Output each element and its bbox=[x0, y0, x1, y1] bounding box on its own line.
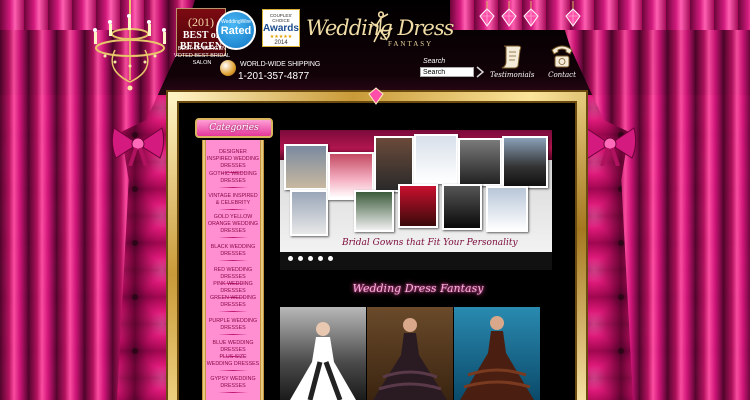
caption-line: SALON bbox=[192, 60, 212, 66]
category-item[interactable]: GOLD YELLOW ORANGE WEDDING DRESSES bbox=[206, 214, 260, 238]
collage-photo bbox=[502, 136, 548, 188]
category-item[interactable]: GYPSY WEDDING DRESSES bbox=[206, 376, 260, 393]
gem-ornament-icon bbox=[523, 1, 539, 27]
slideshow[interactable]: Bridal Gowns that Fit Your Personality bbox=[280, 130, 552, 270]
categories-header: Categories bbox=[195, 118, 273, 138]
search-label: Search bbox=[423, 58, 446, 65]
rated-text: Rated bbox=[220, 25, 252, 37]
category-item[interactable]: RED WEDDING DRESSES bbox=[206, 267, 260, 284]
category-item[interactable]: GREEN WEDDING DRESSES bbox=[206, 295, 260, 312]
collage-photo bbox=[398, 184, 438, 228]
search-submit-icon[interactable] bbox=[476, 66, 484, 78]
slide-dot[interactable] bbox=[308, 256, 313, 261]
collage-photo bbox=[290, 190, 328, 236]
category-item[interactable]: BLACK WEDDING DRESSES bbox=[206, 244, 260, 261]
couples-choice-awards-badge[interactable]: COUPLES' CHOICE Awards ★★★★★ 2014 bbox=[262, 9, 300, 47]
slide-dot[interactable] bbox=[318, 256, 323, 261]
nav-label: Contact bbox=[548, 71, 576, 79]
slide-dot[interactable] bbox=[298, 256, 303, 261]
chandelier-icon bbox=[93, 0, 166, 91]
right-bow-icon bbox=[583, 127, 637, 166]
right-valance bbox=[450, 0, 750, 30]
nav-contact[interactable]: Contact bbox=[540, 42, 584, 79]
category-item[interactable]: DESIGNER INSPIRED WEDDING DRESSES bbox=[206, 149, 260, 173]
weddingwire-rated-badge[interactable]: WeddingWire Rated bbox=[216, 10, 256, 50]
slide-dot[interactable] bbox=[328, 256, 333, 261]
category-item[interactable]: BLUE WEDDING DRESSES bbox=[206, 340, 260, 357]
gown-figure-icon bbox=[373, 318, 447, 400]
phone-number[interactable]: 1-201-357-4877 bbox=[238, 71, 309, 82]
section-title: Wedding Dress Fantasy bbox=[352, 282, 484, 295]
caption-line: VOTED BEST BRIDAL bbox=[173, 53, 231, 59]
gallery-thumbnail[interactable] bbox=[454, 307, 540, 400]
categories-list: DESIGNER INSPIRED WEDDING DRESSES GOTHIC… bbox=[202, 140, 264, 400]
awards-top: COUPLES' CHOICE bbox=[269, 13, 293, 23]
slide-dot[interactable] bbox=[288, 256, 293, 261]
category-item[interactable]: PLUS SIZE WEDDING DRESSES bbox=[206, 354, 260, 371]
logo-subtitle: FANTASY bbox=[388, 40, 434, 48]
collage-photo bbox=[414, 134, 458, 184]
site-logo[interactable]: Wedding Dress FANTASY bbox=[306, 10, 454, 56]
collage-photo bbox=[354, 190, 394, 232]
category-item[interactable]: VINTAGE INSPIRED & CELEBRITY bbox=[206, 193, 260, 210]
scroll-icon bbox=[501, 45, 522, 69]
collage-photo bbox=[458, 138, 502, 186]
category-item[interactable]: PINK WEDDING DRESSES bbox=[206, 281, 260, 298]
slide-collage: Bridal Gowns that Fit Your Personality bbox=[280, 130, 552, 252]
gallery-thumbnail[interactable] bbox=[280, 307, 366, 400]
frame-gem-icon bbox=[368, 87, 384, 105]
gown-figure-icon bbox=[460, 316, 534, 400]
gallery-thumbnail[interactable] bbox=[367, 307, 453, 400]
shipping-label: WORLD-WIDE SHIPPING bbox=[240, 61, 321, 68]
collage-photo bbox=[284, 144, 328, 190]
search-input[interactable] bbox=[420, 67, 474, 77]
slide-caption: Bridal Gowns that Fit Your Personality bbox=[342, 238, 518, 248]
nav-label: Testimonials bbox=[490, 71, 535, 79]
gem-ornament-icon bbox=[479, 1, 495, 27]
collage-photo bbox=[486, 186, 528, 232]
gem-ornament-icon bbox=[501, 1, 517, 27]
dancer-icon bbox=[370, 11, 393, 43]
category-item[interactable]: PURPLE WEDDING DRESSES bbox=[206, 318, 260, 335]
awards-title: Awards bbox=[263, 23, 299, 34]
awards-year: 2014 bbox=[274, 40, 288, 46]
left-bow-icon bbox=[111, 127, 165, 166]
gem-ornament-icon bbox=[565, 1, 581, 27]
caption-line: BEST OF BERGEN bbox=[177, 46, 227, 52]
gown-figure-icon bbox=[290, 322, 356, 400]
telephone-icon bbox=[551, 45, 573, 68]
collage-photo bbox=[442, 184, 482, 230]
globe-icon bbox=[220, 60, 236, 76]
cat-list-border bbox=[260, 140, 264, 400]
nav-testimonials[interactable]: Testimonials bbox=[490, 42, 535, 79]
category-item[interactable]: GOTHIC WEDDING DRESSES bbox=[206, 171, 260, 188]
